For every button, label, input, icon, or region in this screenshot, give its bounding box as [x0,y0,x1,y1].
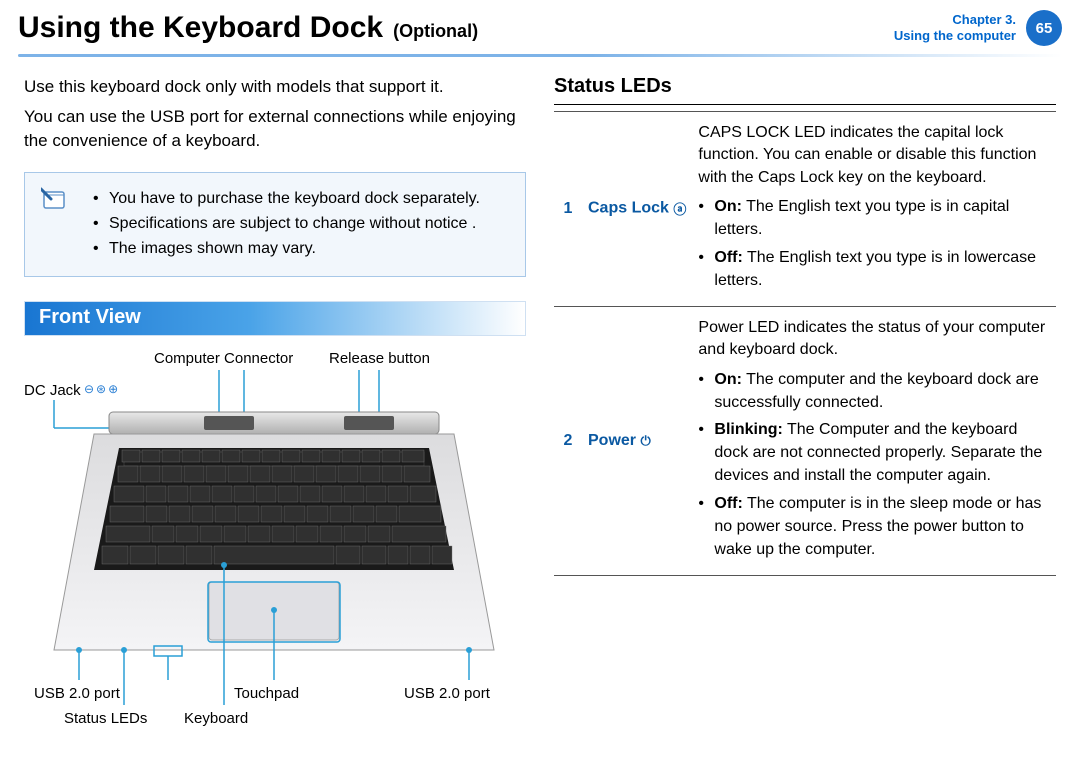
led-label-text: Power [588,432,636,449]
led-bullet: On: The English text you type is in capi… [698,195,1050,241]
bullet-text: The computer and the keyboard dock are s… [714,371,1038,411]
keyboard-dock-illustration [24,350,534,732]
led-desc-intro: CAPS LOCK LED indicates the capital lock… [698,122,1050,189]
table-row: 1 Caps Lock ⓐ CAPS LOCK LED indicates th… [554,112,1056,307]
status-leds-heading: Status LEDs [554,75,1056,98]
led-row-desc: CAPS LOCK LED indicates the capital lock… [692,112,1056,307]
intro-paragraph-1: Use this keyboard dock only with models … [24,75,526,99]
bullet-lead: Blinking: [714,421,782,438]
bullet-lead: On: [714,198,742,215]
bullet-lead: On: [714,371,742,388]
led-bullet: Off: The English text you type is in low… [698,246,1050,292]
page-number-badge: 65 [1026,10,1062,46]
bullet-text: The English text you type is in lowercas… [714,249,1036,289]
front-view-diagram: Computer Connector Release button DC Jac… [24,350,526,732]
caps-lock-icon: ⓐ [673,202,686,217]
led-desc-intro: Power LED indicates the status of your c… [698,317,1050,362]
note-item: You have to purchase the keyboard dock s… [93,187,509,212]
bullet-lead: Off: [714,495,742,512]
note-box: You have to purchase the keyboard dock s… [24,172,526,276]
chapter-line1: Chapter 3. [894,12,1016,28]
status-leds-table: 1 Caps Lock ⓐ CAPS LOCK LED indicates th… [554,111,1056,576]
chapter-label: Chapter 3. Using the computer [894,12,1016,45]
led-bullet: Blinking: The Computer and the keyboard … [698,418,1050,488]
power-icon: ⏻ [640,433,650,448]
chapter-line2: Using the computer [894,28,1016,44]
page-title: Using the Keyboard Dock [18,11,383,45]
table-row: 2 Power ⏻ Power LED indicates the status… [554,306,1056,575]
note-item: The images shown may vary. [93,237,509,262]
led-row-number: 2 [554,306,582,575]
led-row-number: 1 [554,112,582,307]
bullet-text: The English text you type is in capital … [714,198,1009,238]
bullet-text: The computer is in the sleep mode or has… [714,495,1041,558]
intro-paragraph-2: You can use the USB port for external co… [24,105,526,153]
page-title-tag: (Optional) [393,21,478,42]
led-row-label: Power ⏻ [582,306,692,575]
front-view-heading: Front View [24,301,526,336]
bullet-lead: Off: [714,249,742,266]
led-row-desc: Power LED indicates the status of your c… [692,306,1056,575]
led-row-label: Caps Lock ⓐ [582,112,692,307]
note-icon [41,187,67,211]
led-bullet: On: The computer and the keyboard dock a… [698,368,1050,414]
divider [554,104,1056,105]
led-label-text: Caps Lock [588,200,669,217]
led-bullet: Off: The computer is in the sleep mode o… [698,492,1050,562]
note-item: Specifications are subject to change wit… [93,212,509,237]
